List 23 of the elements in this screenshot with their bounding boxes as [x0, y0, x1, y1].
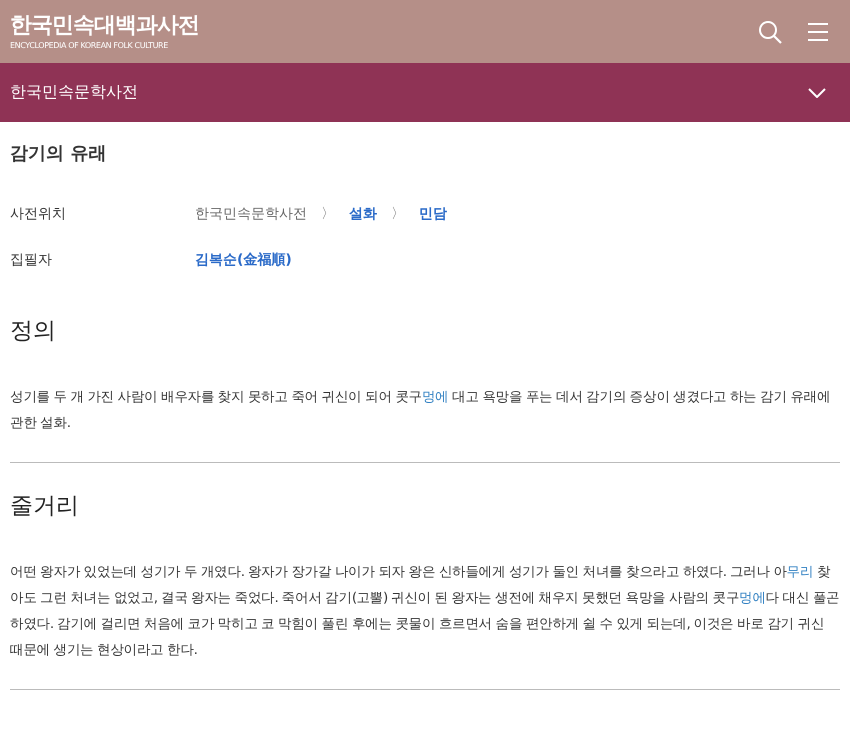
- logo-subtitle: ENCYCLOPEDIA OF KOREAN FOLK CULTURE: [10, 40, 168, 52]
- inline-link[interactable]: 멍에: [739, 590, 766, 606]
- menu-icon[interactable]: [808, 22, 828, 40]
- paragraph: 어떤 왕자가 있었는데 성기가 두 개였다. 왕자가 장가갈 나이가 되자 왕은 신하들에게 성기가 둘인 처녀를 찾으라고 하였다. 그러나 아무리 찾아도 그런 처녀는 없었고, 결국 왕자는 죽었다. 죽어서 감기(고뿔) 귀신이 된 왕자는 생전에 채우지 못했던 욕망을 사람의 콧구멍에다 대신 풀곤 하였다. 감기에 걸리면 처음에 코가 막히고 코 막힘이 풀린 후에는 콧물이 흐르면서 숨을 편안하게 쉴 수 있게 되는데, 이것은 바로 감기 귀신 때문에 생기는 현상이라고 한다.: [10, 563, 840, 660]
- section-title: 한국민속문학사전: [10, 82, 138, 103]
- search-icon[interactable]: [758, 20, 782, 44]
- chevron-icon[interactable]: [808, 88, 826, 98]
- paragraph: 성기를 두 개 가진 사람이 배우자를 찾지 못하고 죽어 귀신이 되어 콧구멍에 대고 욕망을 푸는 데서 감기의 증상이 생겼다고 하는 감기 유래에 관한 설화.: [10, 388, 832, 433]
- section-bar[interactable]: 한국민속문학사전: [0, 63, 850, 122]
- info-label: 사전위치: [10, 205, 67, 224]
- breadcrumb-separator: 〉: [391, 205, 405, 224]
- inline-link[interactable]: 무리: [786, 564, 814, 580]
- breadcrumb-text: 한국민속문학사전: [195, 205, 307, 224]
- info-label: 집필자: [10, 251, 53, 270]
- section-heading: 줄거리: [10, 492, 80, 521]
- logo-title[interactable]: 한국민속대백과사전: [10, 12, 199, 40]
- article-title: 감기의 유래: [10, 142, 108, 166]
- breadcrumb-link[interactable]: 김복순(金福順): [195, 248, 292, 272]
- breadcrumb-link[interactable]: 민담: [419, 202, 447, 226]
- breadcrumb-link[interactable]: 설화: [349, 202, 377, 226]
- breadcrumb-separator: 〉: [321, 205, 335, 224]
- inline-link[interactable]: 멍에: [422, 389, 449, 405]
- section-heading: 정의: [10, 317, 57, 346]
